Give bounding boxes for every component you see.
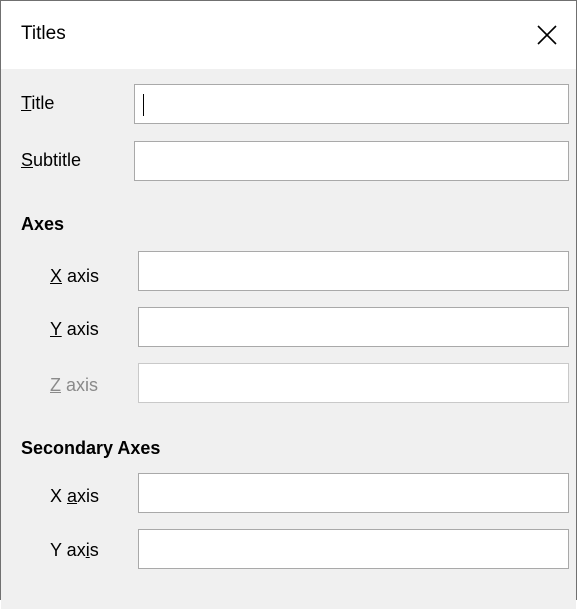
close-icon xyxy=(537,25,557,45)
text-caret xyxy=(143,94,144,116)
title-label: Title xyxy=(21,93,55,113)
axes-heading: Axes xyxy=(21,214,65,234)
secondary-y-axis-input[interactable] xyxy=(138,529,569,569)
z-axis-input xyxy=(138,363,569,403)
title-input[interactable] xyxy=(134,84,569,124)
secondary-x-axis-input[interactable] xyxy=(138,473,569,513)
titles-dialog: Titles Title Subtitle Axes X axis Y axis… xyxy=(0,0,577,609)
dialog-content: Title Subtitle Axes X axis Y axis Z axis… xyxy=(1,69,576,609)
secondary-y-axis-label: Y axis xyxy=(50,540,99,560)
dialog-title: Titles xyxy=(21,23,66,44)
y-axis-label: Y axis xyxy=(50,319,99,339)
close-button[interactable] xyxy=(518,1,576,69)
y-axis-input[interactable] xyxy=(138,307,569,347)
subtitle-label: Subtitle xyxy=(21,150,82,170)
dialog-titlebar: Titles xyxy=(1,1,576,69)
subtitle-input[interactable] xyxy=(134,141,569,181)
x-axis-input[interactable] xyxy=(138,251,569,291)
secondary-x-axis-label: X axis xyxy=(50,486,100,506)
secondary-axes-heading: Secondary Axes xyxy=(21,438,161,458)
x-axis-label: X axis xyxy=(50,266,100,286)
z-axis-label: Z axis xyxy=(50,375,99,395)
